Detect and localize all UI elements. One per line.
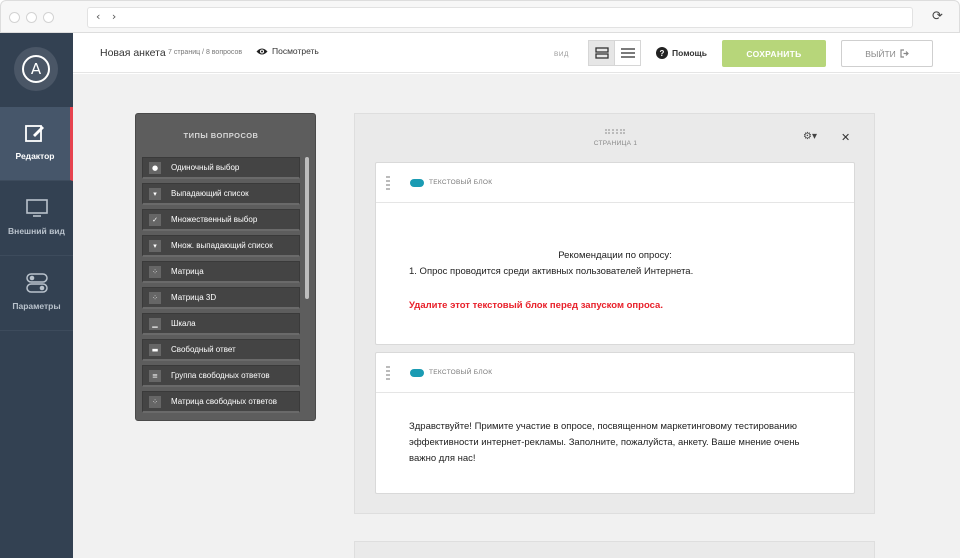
block-header: ТЕКСТОВЫЙ БЛОК [376, 163, 854, 203]
block-body[interactable]: Рекомендации по опросу: 1. Опрос проводи… [376, 203, 854, 314]
question-type-label: Свободный ответ [171, 345, 236, 354]
view-cards-button[interactable] [588, 40, 615, 66]
text-block[interactable]: ТЕКСТОВЫЙ БЛОК Рекомендации по опросу: 1… [375, 162, 855, 345]
view-label: ВИД [554, 51, 569, 58]
sidebar-item-parameters[interactable]: Параметры [0, 257, 73, 331]
question-type-label: Матрица [171, 267, 204, 276]
reload-icon[interactable]: ⟳ [932, 9, 943, 24]
help-button[interactable]: ? Помощь [656, 47, 707, 59]
preview-label: Посмотреть [272, 46, 319, 56]
minimize-window-dot[interactable] [26, 12, 37, 23]
app-logo[interactable]: A [14, 47, 58, 91]
exit-label: ВЫЙТИ [865, 48, 896, 59]
logo-letter: A [22, 55, 50, 83]
question-type-label: Одиночный выбор [171, 163, 240, 172]
block-text-line: 1. Опрос проводится среди активных польз… [409, 266, 694, 277]
page-close-icon[interactable]: ✕ [841, 131, 850, 144]
question-type-multi-dropdown[interactable]: ▾ Множ. выпадающий список [142, 235, 300, 257]
sidebar-item-editor[interactable]: Редактор [0, 107, 73, 181]
sidebar-item-label: Внешний вид [8, 226, 65, 236]
question-type-single-choice[interactable]: ● Одиночный выбор [142, 157, 300, 179]
dropdown-icon: ▾ [149, 187, 161, 200]
matrix-icon: ⁘ [149, 395, 161, 408]
question-type-free-answer[interactable]: ▬ Свободный ответ [142, 339, 300, 361]
question-types-scrollbar[interactable] [305, 157, 309, 299]
block-text-line: важно для нас! [409, 453, 476, 464]
block-text-line: Здравствуйте! Примите участие в опросе, … [409, 421, 797, 432]
maximize-window-dot[interactable] [43, 12, 54, 23]
matrix-icon: ⁘ [149, 265, 161, 278]
top-bar: Новая анкета 7 страниц / 8 вопросов Посм… [73, 33, 960, 73]
question-type-dropdown[interactable]: ▾ Выпадающий список [142, 183, 300, 205]
text-group-icon: ≡ [149, 369, 161, 382]
monitor-icon [25, 199, 48, 217]
block-heading: Рекомендации по опросу: [558, 250, 672, 261]
question-type-free-answer-matrix[interactable]: ⁘ Матрица свободных ответов [142, 391, 300, 413]
question-type-scale[interactable]: ▁ Шкала [142, 313, 300, 335]
question-type-multiple-choice[interactable]: ✓ Множественный выбор [142, 209, 300, 231]
help-label: Помощь [672, 48, 707, 58]
preview-button[interactable]: Посмотреть [256, 46, 319, 56]
text-block[interactable]: ТЕКСТОВЫЙ БЛОК Здравствуйте! Примите уча… [375, 352, 855, 494]
question-type-matrix-3d[interactable]: ⁘ Матрица 3D [142, 287, 300, 309]
browser-chrome: ‹ › ⟳ [0, 0, 960, 33]
question-type-matrix[interactable]: ⁘ Матрица [142, 261, 300, 283]
question-type-free-answer-group[interactable]: ≡ Группа свободных ответов [142, 365, 300, 387]
survey-title[interactable]: Новая анкета [100, 47, 166, 59]
sidebar-item-appearance[interactable]: Внешний вид [0, 182, 73, 256]
sidebar-item-label: Редактор [15, 151, 55, 161]
block-toggle[interactable] [410, 369, 424, 377]
survey-page-next [354, 541, 875, 558]
toggle-settings-icon [25, 273, 48, 293]
sidebar-item-label: Параметры [12, 301, 61, 311]
page-settings-icon[interactable]: ⚙▾ [803, 131, 817, 142]
question-type-label: Группа свободных ответов [171, 371, 270, 380]
page-drag-handle[interactable] [605, 129, 625, 134]
drag-handle-icon[interactable] [386, 366, 390, 380]
close-window-dot[interactable] [9, 12, 20, 23]
back-forward-icon[interactable]: ‹ › [96, 10, 120, 23]
question-type-label: Выпадающий список [171, 189, 249, 198]
page-label: СТРАНИЦА 1 [593, 140, 638, 147]
radio-icon: ● [149, 161, 161, 174]
question-type-label: Шкала [171, 319, 196, 328]
question-type-label: Матрица 3D [171, 293, 217, 302]
survey-meta: 7 страниц / 8 вопросов [168, 49, 243, 56]
cards-view-icon [594, 47, 609, 59]
block-warning: Удалите этот текстовый блок перед запуск… [409, 300, 663, 311]
scale-icon: ▁ [149, 317, 161, 330]
address-bar[interactable]: ‹ › [87, 7, 913, 28]
block-toggle[interactable] [410, 179, 424, 187]
block-type-label: ТЕКСТОВЫЙ БЛОК [429, 369, 493, 376]
matrix-icon: ⁘ [149, 291, 161, 304]
editor-content: ТИПЫ ВОПРОСОВ ● Одиночный выбор ▾ Выпада… [73, 74, 960, 558]
edit-icon [25, 125, 44, 142]
survey-page: СТРАНИЦА 1 ⚙▾ ✕ ТЕКСТОВЫЙ БЛОК Рекоменда… [354, 113, 875, 514]
view-list-button[interactable] [614, 40, 641, 66]
question-types-panel: ТИПЫ ВОПРОСОВ ● Одиночный выбор ▾ Выпада… [135, 113, 316, 421]
eye-icon [256, 48, 268, 54]
text-field-icon: ▬ [149, 343, 161, 356]
block-type-label: ТЕКСТОВЫЙ БЛОК [429, 179, 493, 186]
question-type-label: Множ. выпадающий список [171, 241, 273, 250]
exit-button[interactable]: ВЫЙТИ [841, 40, 933, 67]
drag-handle-icon[interactable] [386, 176, 390, 190]
sidebar: A Редактор Внешний вид Параметры [0, 33, 73, 558]
window-controls [9, 12, 54, 23]
block-header: ТЕКСТОВЫЙ БЛОК [376, 353, 854, 393]
save-button[interactable]: СОХРАНИТЬ [722, 40, 826, 67]
question-type-label: Матрица свободных ответов [171, 397, 277, 406]
list-view-icon [620, 48, 635, 58]
exit-icon [900, 49, 909, 58]
help-icon: ? [656, 47, 668, 59]
block-body[interactable]: Здравствуйте! Примите участие в опросе, … [376, 393, 854, 467]
block-text-line: эффективности интернет-рекламы. Заполнит… [409, 437, 800, 448]
question-types-title: ТИПЫ ВОПРОСОВ [183, 131, 259, 140]
dropdown-icon: ▾ [149, 239, 161, 252]
question-type-label: Множественный выбор [171, 215, 258, 224]
checkbox-icon: ✓ [149, 213, 161, 226]
